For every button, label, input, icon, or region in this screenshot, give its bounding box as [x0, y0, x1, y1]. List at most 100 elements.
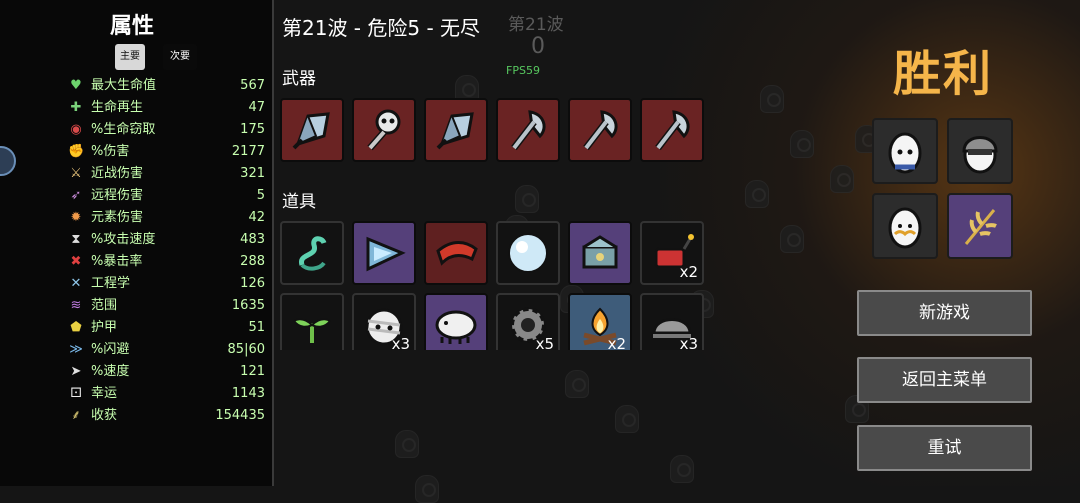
inventory-slot[interactable]: [424, 293, 488, 350]
new-game-button[interactable]: 新游戏: [857, 290, 1032, 336]
background-glow: [660, 0, 1080, 486]
inventory-slot[interactable]: [568, 221, 632, 285]
victory-title: 胜利: [893, 46, 994, 102]
crit-icon: ✖: [70, 254, 82, 269]
inventory-slot[interactable]: [352, 221, 416, 285]
inventory-slot[interactable]: [280, 221, 344, 285]
inventory-slot[interactable]: [496, 221, 560, 285]
background-enemy: [515, 185, 539, 213]
triangle-gem-icon: [366, 236, 406, 272]
background-enemy: [415, 475, 439, 503]
inventory-slot[interactable]: [424, 98, 488, 162]
background-counter: 0: [531, 34, 545, 59]
stat-row[interactable]: ✚ 生命再生 47: [68, 97, 268, 119]
stat-label: 远程伤害: [91, 188, 144, 203]
stat-row[interactable]: ⸙ 收获 154435: [68, 405, 268, 427]
slot-quantity: x2: [679, 263, 698, 281]
stat-label: 工程学: [91, 276, 131, 291]
inventory-slot[interactable]: x3: [352, 293, 416, 350]
regen-icon: ✚: [70, 100, 82, 115]
slot-quantity: x2: [607, 335, 626, 350]
items-grid-row-2: x3 x5 x2 x3: [278, 290, 718, 350]
wheat-icon: [964, 209, 997, 245]
stat-row[interactable]: ≋ 范围 1635: [68, 295, 268, 317]
sprout-icon: [292, 318, 332, 343]
inventory-slot[interactable]: [640, 98, 704, 162]
inventory-slot[interactable]: x2: [640, 221, 704, 285]
damage-icon: ✊: [68, 144, 85, 159]
stat-row[interactable]: ⚔ 近战伤害 321: [68, 163, 268, 185]
stat-row[interactable]: ⚀ 幸运 1143: [68, 383, 268, 405]
heart-icon: ♥: [70, 78, 82, 93]
luck-icon: ⚀: [70, 386, 82, 401]
axe-icon: [583, 110, 618, 151]
inventory-slot[interactable]: [568, 98, 632, 162]
character-slot[interactable]: [947, 193, 1013, 259]
stat-label: 近战伤害: [91, 166, 144, 181]
elemental-icon: ✹: [70, 210, 82, 225]
lifesteal-icon: ◉: [70, 122, 82, 137]
stats-panel: 属性 主要 次要 ♥ 最大生命值 567 ✚ 生命再生 47 ◉ %生命窃取 175 ✊ %伤害 21…: [0, 0, 274, 486]
character-slot[interactable]: [947, 118, 1013, 184]
stat-label: 范围: [91, 298, 118, 313]
background-enemy: [615, 405, 639, 433]
inventory-slot[interactable]: [280, 293, 344, 350]
stat-value: 175: [240, 122, 265, 137]
wave-title: 第21波 - 危险5 - 无尽: [282, 16, 481, 40]
armor-icon: ⬟: [70, 320, 82, 335]
hourglass-icon: ⧗: [71, 232, 81, 247]
stat-label: 元素伤害: [91, 210, 144, 225]
background-enemy: [790, 130, 814, 158]
stat-row[interactable]: ♥ 最大生命值 567: [68, 75, 268, 97]
inventory-slot[interactable]: x3: [640, 293, 704, 350]
ranged-icon: ➶: [70, 188, 82, 203]
slot-quantity: x5: [535, 335, 554, 350]
stat-row[interactable]: ✊ %伤害 2177: [68, 141, 268, 163]
inventory-slot[interactable]: [424, 221, 488, 285]
stat-value: 5: [256, 188, 265, 203]
stat-label: %闪避: [91, 342, 130, 357]
tab-primary[interactable]: 主要: [115, 44, 145, 70]
tab-secondary[interactable]: 次要: [163, 44, 197, 70]
inventory-slot[interactable]: [280, 98, 344, 162]
slot-quantity: x3: [679, 335, 698, 350]
crystal-shard-icon: [292, 112, 330, 150]
character-slot[interactable]: [872, 118, 938, 184]
stat-row[interactable]: ≫ %闪避 85|60: [68, 339, 268, 361]
inventory-slot[interactable]: x5: [496, 293, 560, 350]
stat-label: %速度: [91, 364, 130, 379]
stat-row[interactable]: ⬟ 护甲 51: [68, 317, 268, 339]
character-slot[interactable]: [872, 193, 938, 259]
melee-icon: ⚔: [70, 166, 82, 181]
stat-row[interactable]: ⧗ %攻击速度 483: [68, 229, 268, 251]
stat-label: %攻击速度: [91, 232, 156, 247]
stat-row[interactable]: ✖ %暴击率 288: [68, 251, 268, 273]
background-enemy: [565, 370, 589, 398]
stat-label: %伤害: [91, 144, 130, 159]
inventory-slot[interactable]: [496, 98, 560, 162]
retry-button[interactable]: 重试: [857, 425, 1032, 471]
stat-row[interactable]: ✹ 元素伤害 42: [68, 207, 268, 229]
inventory-slot[interactable]: x2: [568, 293, 632, 350]
stat-value: 85|60: [227, 342, 265, 357]
stat-label: 护甲: [91, 320, 118, 335]
stat-label: 最大生命值: [91, 78, 157, 93]
bandana-icon: [436, 241, 478, 266]
dodge-icon: ≫: [69, 342, 83, 357]
range-icon: ≋: [70, 298, 82, 313]
main-menu-button[interactable]: 返回主菜单: [857, 357, 1032, 403]
stat-label: %暴击率: [91, 254, 143, 269]
background-enemy: [760, 85, 784, 113]
stat-value: 154435: [215, 408, 265, 423]
stat-value: 121: [240, 364, 265, 379]
stat-row[interactable]: ➤ %速度 121: [68, 361, 268, 383]
stat-label: 收获: [91, 408, 118, 423]
axe-icon: [511, 110, 546, 151]
stat-row[interactable]: ➶ 远程伤害 5: [68, 185, 268, 207]
stat-row[interactable]: ◉ %生命窃取 175: [68, 119, 268, 141]
stat-value: 51: [248, 320, 265, 335]
inventory-slot[interactable]: [352, 98, 416, 162]
background-enemy: [830, 165, 854, 193]
stat-row[interactable]: ✕ 工程学 126: [68, 273, 268, 295]
stat-value: 1143: [231, 386, 265, 401]
